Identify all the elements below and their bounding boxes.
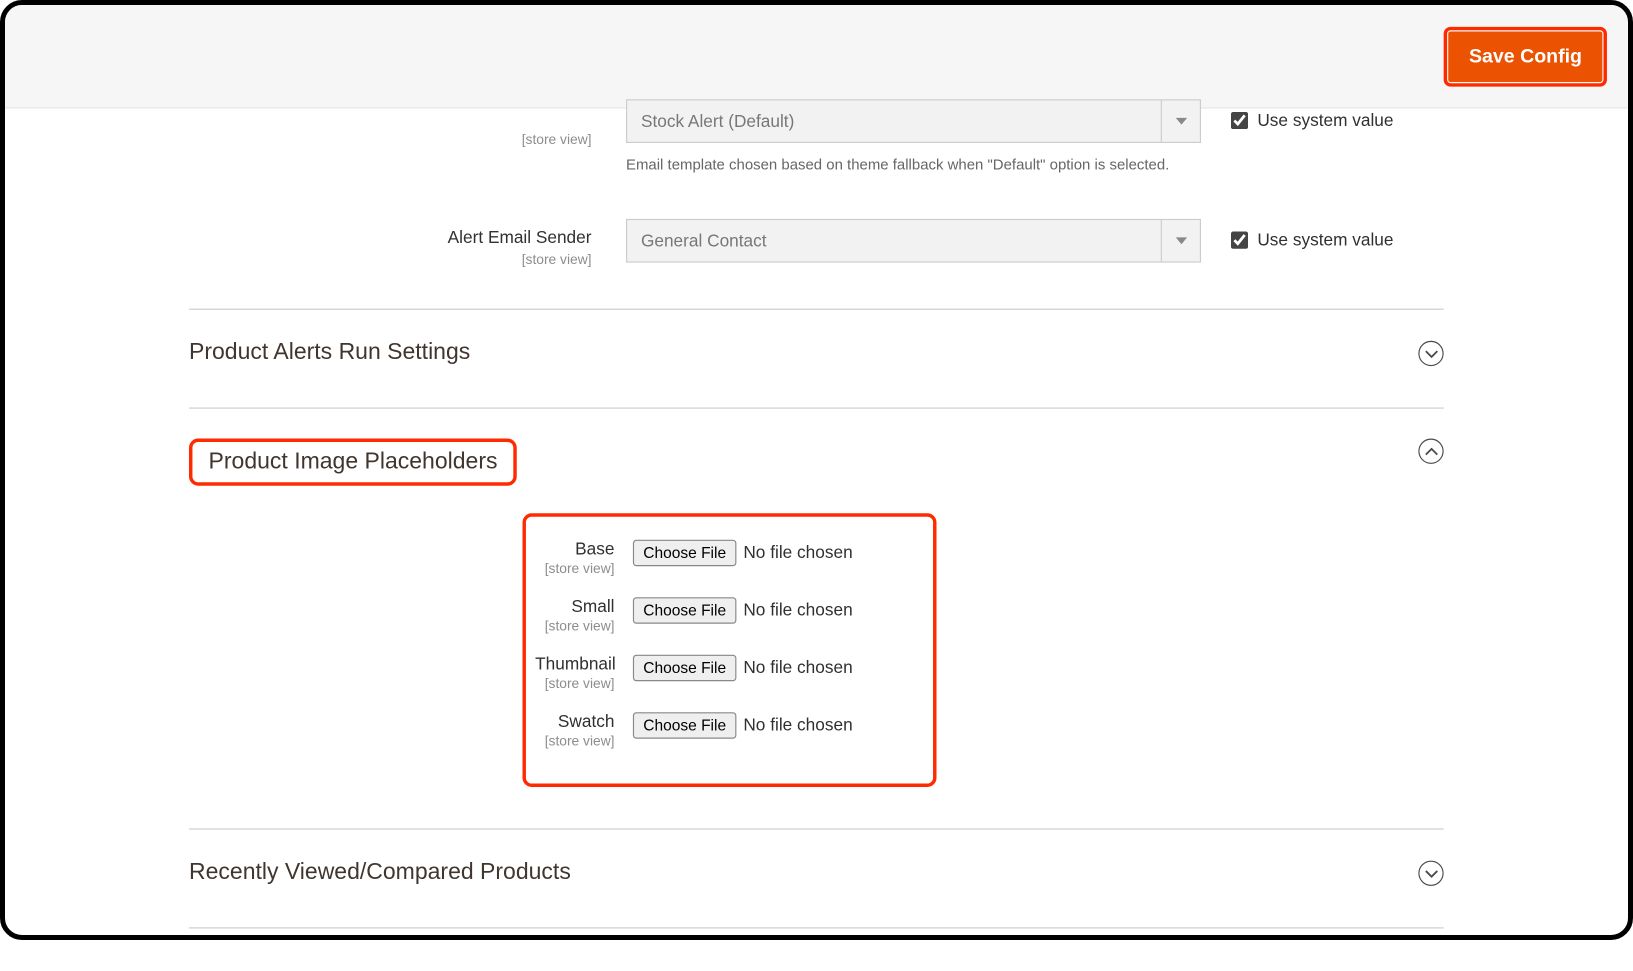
no-file-chosen-text: No file chosen xyxy=(743,716,852,736)
highlight-save: Save Config xyxy=(1444,26,1608,86)
file-label: Thumbnail xyxy=(535,655,616,675)
alert-email-sender-select[interactable]: General Contact xyxy=(626,219,1201,263)
choose-file-button-swatch[interactable]: Choose File xyxy=(633,712,737,738)
file-scope: [store view] xyxy=(535,618,614,634)
use-system-value-checkbox[interactable] xyxy=(1231,112,1248,129)
field-help-text: Email template chosen based on theme fal… xyxy=(626,155,1178,176)
file-row-thumbnail: Thumbnail [store view] Choose File No fi… xyxy=(535,655,910,692)
use-system-value-checkbox[interactable] xyxy=(1231,232,1248,249)
collapse-toggle[interactable] xyxy=(1419,860,1444,885)
file-row-swatch: Swatch [store view] Choose File No file … xyxy=(535,712,910,749)
field-scope: [store view] xyxy=(189,132,592,148)
file-row-base: Base [store view] Choose File No file ch… xyxy=(535,540,910,577)
no-file-chosen-text: No file chosen xyxy=(743,543,852,563)
field-row-alert-email-sender: Alert Email Sender [store view] General … xyxy=(189,219,1444,267)
section-header-product-image-placeholders[interactable]: Product Image Placeholders xyxy=(189,408,1444,486)
choose-file-button-base[interactable]: Choose File xyxy=(633,540,737,566)
field-row-stock-alert-template: Stock Alert Email Template [store view] … xyxy=(189,99,1444,175)
use-system-value-label: Use system value xyxy=(1257,111,1393,131)
file-label: Base xyxy=(575,540,614,560)
chevron-down-icon xyxy=(1425,863,1438,884)
field-scope: [store view] xyxy=(189,251,592,267)
file-label: Small xyxy=(571,597,614,617)
select-value: General Contact xyxy=(641,231,767,251)
chevron-down-icon xyxy=(1425,343,1438,364)
chevron-up-icon xyxy=(1425,441,1438,462)
file-row-small: Small [store view] Choose File No file c… xyxy=(535,597,910,634)
chevron-down-icon xyxy=(1161,100,1200,141)
highlight-section-title: Product Image Placeholders xyxy=(189,439,517,486)
stock-alert-template-select[interactable]: Stock Alert (Default) xyxy=(626,99,1201,143)
file-scope: [store view] xyxy=(535,561,614,577)
select-value: Stock Alert (Default) xyxy=(641,111,794,131)
section-header-recently-viewed-compared[interactable]: Recently Viewed/Compared Products xyxy=(189,829,1444,887)
file-scope: [store view] xyxy=(535,733,614,749)
use-system-value-label: Use system value xyxy=(1257,231,1393,251)
section-title: Recently Viewed/Compared Products xyxy=(189,860,571,886)
highlight-placeholder-fields: Base [store view] Choose File No file ch… xyxy=(523,514,937,788)
section-header-product-video[interactable]: Product Video xyxy=(189,928,1444,940)
section-title: Product Alerts Run Settings xyxy=(189,340,470,366)
section-header-product-alerts-run-settings[interactable]: Product Alerts Run Settings xyxy=(189,309,1444,367)
file-scope: [store view] xyxy=(535,676,614,692)
no-file-chosen-text: No file chosen xyxy=(743,601,852,621)
field-label: Alert Email Sender xyxy=(448,228,592,248)
section-title: Product Image Placeholders xyxy=(209,449,498,474)
save-config-button[interactable]: Save Config xyxy=(1448,31,1602,82)
collapse-toggle[interactable] xyxy=(1419,340,1444,365)
top-bar: Save Config xyxy=(5,5,1628,109)
choose-file-button-small[interactable]: Choose File xyxy=(633,597,737,623)
choose-file-button-thumbnail[interactable]: Choose File xyxy=(633,655,737,681)
collapse-toggle[interactable] xyxy=(1419,439,1444,464)
chevron-down-icon xyxy=(1161,220,1200,261)
file-label: Swatch xyxy=(558,712,615,732)
no-file-chosen-text: No file chosen xyxy=(743,658,852,678)
